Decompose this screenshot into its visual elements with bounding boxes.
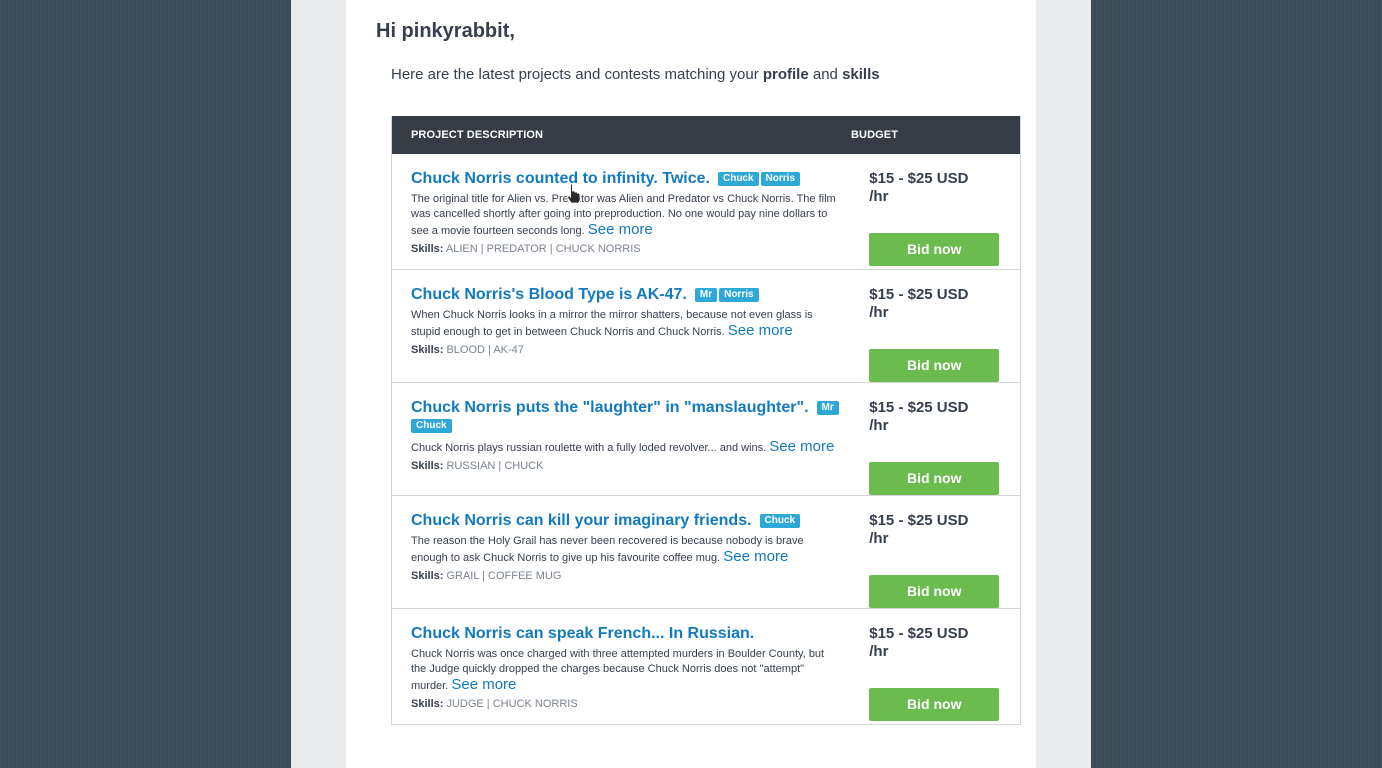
project-description: When Chuck Norris looks in a mirror the …: [411, 308, 850, 340]
project-budget: $15 - $25 USD /hr: [869, 170, 969, 205]
greeting: Hi pinkyrabbit,: [376, 20, 515, 42]
project-description: Chuck Norris was once charged with three…: [411, 647, 850, 694]
intro-text: Here are the latest projects and contest…: [391, 66, 880, 83]
table-row: Chuck Norris can speak French... In Russ…: [392, 608, 1020, 724]
column-header-budget: BUDGET: [851, 129, 899, 141]
project-title-line: Chuck Norris puts the "laughter" in "man…: [411, 399, 850, 435]
project-title-link[interactable]: Chuck Norris's Blood Type is AK-47.: [411, 286, 687, 303]
project-tag[interactable]: Norris: [760, 172, 800, 186]
bid-now-button[interactable]: Bid now: [869, 688, 1000, 721]
skills-label: Skills:: [411, 344, 444, 356]
project-budget-cell: $15 - $25 USD /hr Bid now: [850, 383, 1020, 495]
project-description-cell: Chuck Norris puts the "laughter" in "man…: [392, 383, 850, 495]
column-header-description: PROJECT DESCRIPTION: [411, 129, 544, 141]
skills-label: Skills:: [411, 570, 444, 582]
project-title-link[interactable]: Chuck Norris can speak French... In Russ…: [411, 625, 754, 642]
intro-skills-link[interactable]: skills: [842, 66, 880, 83]
project-budget-cell: $15 - $25 USD /hr Bid now: [850, 496, 1020, 608]
skills-label: Skills:: [411, 698, 444, 710]
skills-list: GRAIL | COFFEE MUG: [446, 570, 562, 582]
table-row: Chuck Norris can kill your imaginary fri…: [392, 495, 1020, 608]
project-tag[interactable]: Chuck: [759, 514, 801, 528]
project-title-link[interactable]: Chuck Norris can kill your imaginary fri…: [411, 512, 752, 529]
project-tag[interactable]: Mr: [694, 288, 718, 302]
table-row: Chuck Norris counted to infinity. Twice.…: [392, 154, 1020, 269]
project-budget: $15 - $25 USD /hr: [869, 286, 969, 321]
project-description: Chuck Norris plays russian roulette with…: [411, 439, 850, 456]
skills-label: Skills:: [411, 460, 444, 472]
project-budget: $15 - $25 USD /hr: [869, 512, 969, 547]
project-description-cell: Chuck Norris can kill your imaginary fri…: [392, 496, 850, 608]
project-skills: Skills: RUSSIAN | CHUCK: [411, 460, 850, 472]
project-description: The original title for Alien vs. Predato…: [411, 192, 850, 239]
project-description-cell: Chuck Norris counted to infinity. Twice.…: [392, 154, 850, 269]
see-more-link[interactable]: See more: [723, 548, 788, 565]
skills-list: RUSSIAN | CHUCK: [446, 460, 544, 472]
bid-now-button[interactable]: Bid now: [869, 233, 1000, 266]
project-skills: Skills: BLOOD | AK-47: [411, 344, 850, 356]
email-card: Hi pinkyrabbit, Here are the latest proj…: [346, 0, 1036, 768]
project-budget-cell: $15 - $25 USD /hr Bid now: [850, 609, 1020, 724]
project-tag[interactable]: Norris: [719, 288, 759, 302]
project-skills: Skills: ALIEN | PREDATOR | CHUCK NORRIS: [411, 243, 850, 255]
project-description-cell: Chuck Norris can speak French... In Russ…: [392, 609, 850, 724]
project-description-cell: Chuck Norris's Blood Type is AK-47. Mr Nor…: [392, 270, 850, 382]
intro-profile-link[interactable]: profile: [763, 66, 809, 83]
project-title-link[interactable]: Chuck Norris puts the "laughter" in "man…: [411, 399, 809, 416]
see-more-link[interactable]: See more: [588, 221, 653, 238]
projects-table: PROJECT DESCRIPTION BUDGET Chuck Norris …: [391, 116, 1021, 725]
skills-label: Skills:: [411, 243, 444, 255]
project-tag[interactable]: Mr: [816, 401, 839, 415]
bid-now-button[interactable]: Bid now: [869, 349, 1000, 382]
intro-and: and: [808, 66, 843, 83]
bid-now-button[interactable]: Bid now: [869, 462, 1000, 495]
skills-list: ALIEN | PREDATOR | CHUCK NORRIS: [445, 243, 641, 255]
project-description: The reason the Holy Grail has never been…: [411, 534, 850, 566]
project-title-line: Chuck Norris's Blood Type is AK-47. Mr Nor…: [411, 286, 850, 304]
project-title-link[interactable]: Chuck Norris counted to infinity. Twice.: [411, 170, 710, 187]
bid-now-button[interactable]: Bid now: [869, 575, 1000, 608]
skills-list: BLOOD | AK-47: [446, 344, 524, 356]
project-tag[interactable]: Chuck: [717, 172, 759, 186]
project-skills: Skills: JUDGE | CHUCK NORRIS: [411, 698, 850, 710]
project-budget-cell: $15 - $25 USD /hr Bid now: [850, 270, 1020, 382]
project-rows: Chuck Norris counted to infinity. Twice.…: [392, 154, 1020, 724]
table-row: Chuck Norris puts the "laughter" in "man…: [392, 382, 1020, 495]
table-row: Chuck Norris's Blood Type is AK-47. Mr Nor…: [392, 269, 1020, 382]
project-title-line: Chuck Norris can kill your imaginary fri…: [411, 512, 850, 530]
see-more-link[interactable]: See more: [451, 676, 516, 693]
project-title-line: Chuck Norris can speak French... In Russ…: [411, 625, 850, 643]
see-more-link[interactable]: See more: [769, 438, 834, 455]
table-header: PROJECT DESCRIPTION BUDGET: [392, 116, 1020, 154]
project-title-line: Chuck Norris counted to infinity. Twice.…: [411, 170, 850, 188]
intro-pre: Here are the latest projects and contest…: [391, 66, 763, 83]
project-description-text: Chuck Norris plays russian roulette with…: [411, 442, 767, 454]
project-skills: Skills: GRAIL | COFFEE MUG: [411, 570, 850, 582]
project-tag[interactable]: Chuck: [411, 419, 452, 433]
skills-list: JUDGE | CHUCK NORRIS: [446, 698, 578, 710]
project-budget: $15 - $25 USD /hr: [869, 399, 969, 434]
project-budget: $15 - $25 USD /hr: [869, 625, 969, 660]
see-more-link[interactable]: See more: [728, 322, 793, 339]
project-budget-cell: $15 - $25 USD /hr Bid now: [850, 154, 1020, 269]
